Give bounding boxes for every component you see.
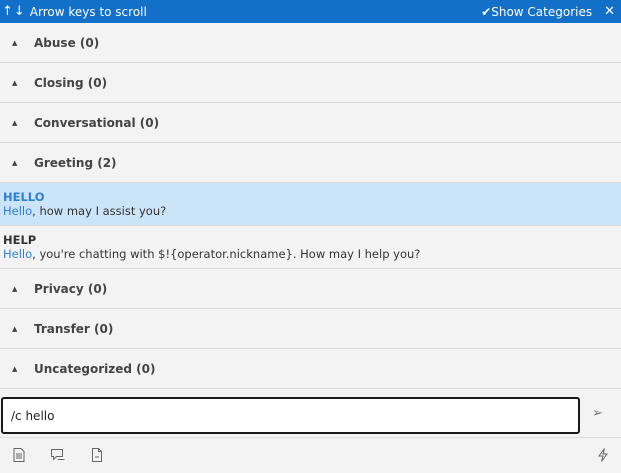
category-label: Transfer (0) — [34, 321, 114, 336]
triangle-up-icon: ▲ — [12, 118, 18, 127]
canned-response-list: ▲ Abuse (0) ▲ Closing (0) ▲ Conversation… — [0, 23, 621, 389]
chat-bubble-icon[interactable] — [50, 447, 66, 463]
response-text-rest: , how may I assist you? — [32, 204, 167, 218]
response-item-help[interactable]: HELP Hello, you're chatting with $!{oper… — [0, 226, 621, 269]
message-input[interactable] — [1, 397, 580, 434]
close-icon[interactable]: ✕ — [604, 4, 615, 19]
send-icon[interactable]: ➢ — [592, 406, 603, 421]
category-label: Privacy (0) — [34, 281, 108, 296]
category-label: Greeting (2) — [34, 155, 117, 170]
show-categories-label: Show Categories — [491, 4, 593, 19]
triangle-up-icon: ▲ — [12, 284, 18, 293]
category-label: Uncategorized (0) — [34, 361, 156, 376]
match-highlight: Hello — [3, 204, 33, 218]
category-label: Closing (0) — [34, 75, 108, 90]
category-abuse[interactable]: ▲ Abuse (0) — [0, 23, 621, 63]
triangle-up-icon: ▲ — [12, 158, 18, 167]
category-greeting[interactable]: ▲ Greeting (2) — [0, 143, 621, 183]
match-highlight: Hello — [3, 247, 33, 261]
scroll-hint: ↑↓ Arrow keys to scroll — [2, 4, 147, 19]
triangle-up-icon: ▲ — [12, 324, 18, 333]
checkmark-icon: ✔ — [481, 4, 492, 19]
category-label: Conversational (0) — [34, 115, 160, 130]
arrow-keys-icon: ↑↓ — [2, 4, 26, 19]
response-text-rest: , you're chatting with $!{operator.nickn… — [32, 247, 421, 261]
show-categories-toggle[interactable]: ✔Show Categories — [481, 5, 592, 19]
response-item-hello[interactable]: HELLO Hello, how may I assist you? — [0, 183, 621, 226]
triangle-up-icon: ▲ — [12, 78, 18, 87]
category-label: Abuse (0) — [34, 35, 100, 50]
response-text: Hello, you're chatting with $!{operator.… — [3, 247, 618, 262]
bottom-toolbar — [0, 437, 621, 473]
message-input-row: ➢ — [0, 395, 621, 437]
triangle-up-icon: ▲ — [12, 364, 18, 373]
page-icon[interactable] — [89, 447, 105, 463]
response-title: HELLO — [3, 190, 45, 204]
response-text: Hello, how may I assist you? — [3, 204, 618, 219]
document-icon[interactable] — [11, 447, 27, 463]
scroll-hint-text: Arrow keys to scroll — [29, 4, 147, 19]
category-closing[interactable]: ▲ Closing (0) — [0, 63, 621, 103]
triangle-up-icon: ▲ — [12, 38, 18, 47]
response-title: HELP — [3, 233, 37, 247]
category-conversational[interactable]: ▲ Conversational (0) — [0, 103, 621, 143]
category-uncategorized[interactable]: ▲ Uncategorized (0) — [0, 349, 621, 389]
category-privacy[interactable]: ▲ Privacy (0) — [0, 269, 621, 309]
category-transfer[interactable]: ▲ Transfer (0) — [0, 309, 621, 349]
scroll-hint-bar: ↑↓ Arrow keys to scroll ✔Show Categories… — [0, 0, 621, 23]
lightning-icon[interactable] — [595, 447, 611, 463]
show-categories-area: ✔Show Categories ✕ — [481, 4, 615, 19]
